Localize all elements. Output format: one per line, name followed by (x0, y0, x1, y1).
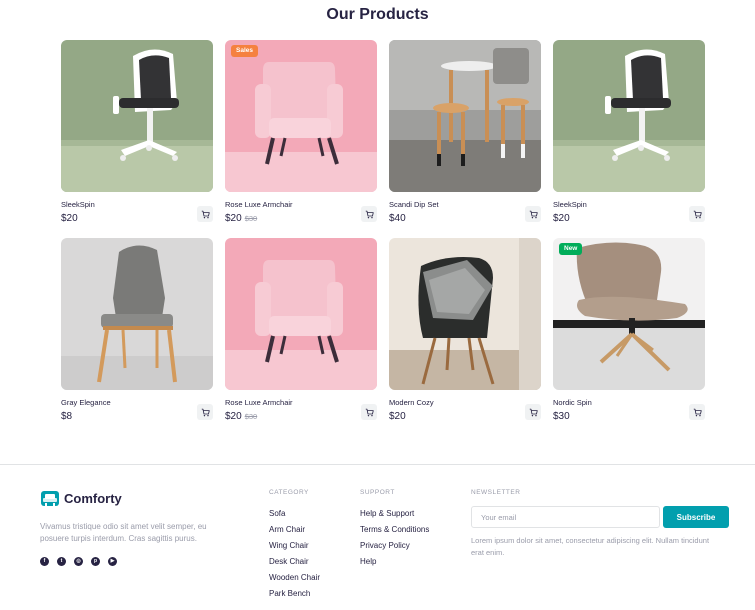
cart-icon (201, 210, 210, 219)
product-badge: New (559, 243, 583, 255)
product-price-group: $30 (553, 411, 570, 422)
product-card[interactable]: Modern Cozy $20 (389, 238, 541, 436)
product-image[interactable] (389, 40, 541, 192)
instagram-icon[interactable]: ◎ (74, 557, 83, 566)
product-price: $30 (553, 411, 570, 422)
product-price: $20 (389, 411, 406, 422)
youtube-icon[interactable]: ▶ (108, 557, 117, 566)
product-image[interactable]: New (553, 238, 705, 390)
product-card[interactable]: New Nordic Spin $30 (553, 238, 705, 436)
category-link-arm-chair[interactable]: Arm Chair (269, 522, 320, 538)
support-link-terms[interactable]: Terms & Conditions (360, 522, 429, 538)
newsletter-form: Subscribe (471, 506, 731, 528)
product-badge: Sales (231, 45, 258, 57)
cart-icon (693, 408, 702, 417)
product-price: $40 (389, 213, 406, 224)
cart-icon (529, 210, 538, 219)
product-price-group: $40 (389, 213, 406, 224)
category-link-park-bench[interactable]: Park Bench (269, 586, 320, 602)
product-old-price: $30 (244, 214, 258, 223)
support-link-privacy[interactable]: Privacy Policy (360, 538, 429, 554)
product-name[interactable]: Gray Elegance (61, 398, 111, 407)
subscribe-button[interactable]: Subscribe (663, 506, 729, 528)
product-name[interactable]: SleekSpin (553, 200, 587, 209)
add-to-cart-button[interactable] (525, 404, 541, 420)
newsletter-title: NEWSLETTER (471, 489, 521, 496)
footer-divider (0, 464, 755, 465)
add-to-cart-button[interactable] (361, 206, 377, 222)
product-image[interactable]: Sales (225, 40, 377, 192)
product-price: $20 (225, 213, 242, 224)
footer-brand[interactable]: Comforty (40, 488, 122, 508)
add-to-cart-button[interactable] (689, 206, 705, 222)
pinterest-icon[interactable]: p (91, 557, 100, 566)
product-card[interactable]: SleekSpin $20 (61, 40, 213, 238)
category-link-wing-chair[interactable]: Wing Chair (269, 538, 320, 554)
footer-support-column: SUPPORT Help & Support Terms & Condition… (360, 489, 429, 570)
cart-icon (529, 408, 538, 417)
add-to-cart-button[interactable] (525, 206, 541, 222)
support-link-help-support[interactable]: Help & Support (360, 506, 429, 522)
product-name[interactable]: Modern Cozy (389, 398, 434, 407)
footer-newsletter-column: NEWSLETTER Subscribe Lorem ipsum dolor s… (471, 489, 731, 559)
facebook-icon[interactable]: f (40, 557, 49, 566)
cart-icon (365, 408, 374, 417)
product-name[interactable]: SleekSpin (61, 200, 95, 209)
cart-icon (365, 210, 374, 219)
support-link-help[interactable]: Help (360, 554, 429, 570)
product-name[interactable]: Rose Luxe Armchair (225, 200, 293, 209)
newsletter-email-input[interactable] (471, 506, 660, 528)
brand-description: Vivamus tristique odio sit amet velit se… (40, 522, 207, 543)
product-card[interactable]: Scandi Dip Set $40 (389, 40, 541, 238)
product-grid: SleekSpin $20 Sales Rose Luxe Armchair $20 $3… (61, 40, 707, 436)
add-to-cart-button[interactable] (197, 206, 213, 222)
twitter-icon[interactable]: t (57, 557, 66, 566)
product-image[interactable] (61, 238, 213, 390)
brand-name: Comforty (64, 490, 122, 506)
product-price: $8 (61, 411, 73, 422)
add-to-cart-button[interactable] (361, 404, 377, 420)
product-price-group: $20 (389, 411, 406, 422)
product-image[interactable] (61, 40, 213, 192)
product-price: $20 (225, 411, 242, 422)
product-price-group: $8 (61, 411, 72, 422)
product-price: $20 (553, 213, 570, 224)
product-image[interactable] (225, 238, 377, 390)
cart-icon (693, 210, 702, 219)
product-price: $20 (61, 213, 78, 224)
social-links: f t ◎ p ▶ (40, 557, 117, 566)
product-name[interactable]: Rose Luxe Armchair (225, 398, 293, 407)
category-link-wooden-chair[interactable]: Wooden Chair (269, 570, 320, 586)
category-title: CATEGORY (269, 489, 309, 496)
support-title: SUPPORT (360, 489, 395, 496)
product-old-price: $30 (244, 412, 258, 421)
product-card[interactable]: Sales Rose Luxe Armchair $20 $30 (225, 40, 377, 238)
product-name[interactable]: Scandi Dip Set (389, 200, 439, 209)
category-link-desk-chair[interactable]: Desk Chair (269, 554, 320, 570)
product-image[interactable] (553, 40, 705, 192)
product-price-group: $20 $30 (225, 213, 257, 224)
sofa-icon (40, 488, 60, 508)
product-price-group: $20 (61, 213, 78, 224)
newsletter-description: Lorem ipsum dolor sit amet, consectetur … (471, 536, 710, 557)
section-title: Our Products (326, 6, 429, 23)
footer-category-column: CATEGORY Sofa Arm Chair Wing Chair Desk … (269, 489, 320, 602)
cart-icon (201, 408, 210, 417)
product-card[interactable]: Gray Elegance $8 (61, 238, 213, 436)
product-name[interactable]: Nordic Spin (553, 398, 592, 407)
category-link-sofa[interactable]: Sofa (269, 506, 320, 522)
product-card[interactable]: Rose Luxe Armchair $20 $30 (225, 238, 377, 436)
product-price-group: $20 (553, 213, 570, 224)
add-to-cart-button[interactable] (689, 404, 705, 420)
add-to-cart-button[interactable] (197, 404, 213, 420)
product-card[interactable]: SleekSpin $20 (553, 40, 705, 238)
product-image[interactable] (389, 238, 541, 390)
product-price-group: $20 $30 (225, 411, 257, 422)
